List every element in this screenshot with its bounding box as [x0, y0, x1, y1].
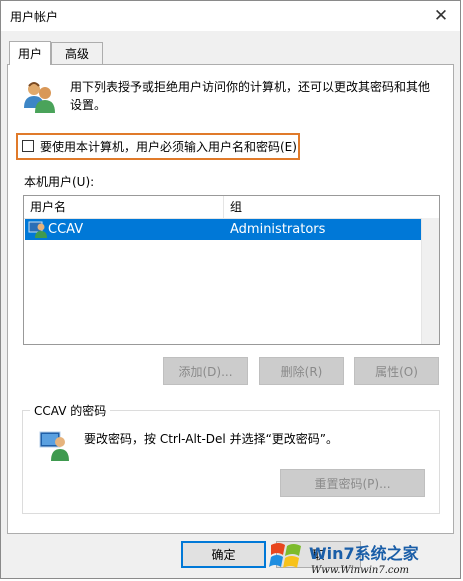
tab-advanced-label: 高级	[64, 47, 89, 61]
remove-user-label: 删除(R)	[280, 364, 323, 379]
users-list-scrollbar[interactable]	[421, 218, 439, 344]
users-list[interactable]: 用户名 组 CCAV Administrators	[23, 195, 440, 345]
tab-users[interactable]: 用户	[9, 41, 51, 65]
user-name-cell: CCAV	[48, 222, 84, 237]
users-icon	[24, 82, 55, 113]
reset-password-button[interactable]: 重置密码(P)...	[280, 469, 425, 497]
password-user-icon	[39, 431, 69, 461]
tab-advanced[interactable]: 高级	[51, 42, 103, 64]
remove-user-button[interactable]: 删除(R)	[259, 357, 344, 385]
add-user-label: 添加(D)...	[178, 364, 233, 379]
watermark-logo: Win7系统之家 Www.Winwin7.com	[269, 543, 420, 576]
ok-button[interactable]: 确定	[181, 541, 266, 568]
password-instructions: 要改密码，按 Ctrl-Alt-Del 并选择“更改密码”。	[84, 432, 339, 446]
title-bar: 用户帐户 ✕	[1, 1, 460, 31]
column-username[interactable]: 用户名	[24, 196, 224, 218]
intro-description: 用下列表授予或拒绝用户访问你的计算机，还可以更改其密码和其他设置。	[70, 80, 431, 112]
tab-users-label: 用户	[17, 47, 42, 61]
close-button[interactable]: ✕	[426, 1, 456, 31]
watermark-url: Www.Winwin7.com	[311, 565, 409, 576]
password-groupbox	[22, 410, 440, 514]
watermark-brand: Win7系统之家	[309, 544, 420, 563]
properties-button[interactable]: 属性(O)	[354, 357, 439, 385]
ok-label: 确定	[211, 548, 236, 562]
user-icon	[28, 221, 47, 238]
users-list-header: 用户名 组	[24, 196, 439, 219]
properties-label: 属性(O)	[375, 364, 418, 379]
close-icon: ✕	[433, 6, 449, 26]
column-group[interactable]: 组	[224, 196, 424, 218]
table-row[interactable]: CCAV Administrators	[25, 219, 421, 240]
require-login-label[interactable]: 要使用本计算机，用户必须输入用户名和密码(E)	[40, 138, 297, 155]
require-login-checkbox[interactable]	[22, 140, 34, 152]
reset-password-label: 重置密码(P)...	[314, 476, 391, 491]
local-users-label: 本机用户(U):	[24, 175, 95, 189]
add-user-button[interactable]: 添加(D)...	[163, 357, 248, 385]
window-title: 用户帐户	[10, 10, 59, 24]
user-group-cell: Administrators	[230, 222, 326, 237]
password-group-title: CCAV 的密码	[30, 402, 111, 419]
